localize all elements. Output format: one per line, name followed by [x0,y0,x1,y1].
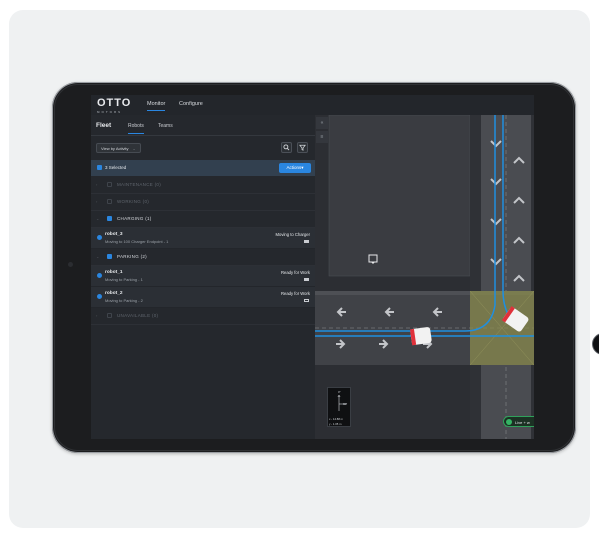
robot-location: Moving to Parking - 2 [105,298,143,303]
otto-logo: OTTO MOTORS [97,97,132,115]
layers-button[interactable]: ≡ [316,131,328,143]
group-maintenance[interactable]: › MAINTENANCE (0) [91,177,315,194]
robot-name: robot_1 [105,270,123,275]
filter-row: View by Activity ⌄ [91,135,315,159]
logo-text: OTTO [97,97,132,109]
nav-configure[interactable]: Configure [179,101,203,107]
layers-icon: ≡ [320,134,324,140]
list-item[interactable]: robot_3 Moving to 100 Charger Endpoint -… [91,228,315,249]
chevron-right-icon: › [96,199,98,204]
battery-icon [304,278,309,281]
home-button[interactable] [592,333,599,355]
fleet-title: Fleet [96,122,112,129]
group-checkbox[interactable] [107,313,112,318]
list-item[interactable]: robot_2 Moving to Parking - 2 Ready for … [91,287,315,308]
scale-indicator: 0° 90° x - 14.88 m y - 1.05 m [327,387,351,427]
chevron-down-icon: ⌄ [132,147,136,151]
selection-bar: 3 Selected Actions▾ [91,160,315,176]
live-label: Live + w [515,419,530,425]
robot-name: robot_2 [105,291,123,296]
top-navigation-bar: OTTO MOTORS Monitor Configure [91,95,534,115]
logo-subtext: MOTORS [97,110,123,114]
camera-icon [68,262,73,267]
group-label: WORKING (0) [117,199,150,204]
fleet-tabs: Fleet Robots Teams [91,115,315,136]
group-checkbox[interactable] [107,254,112,259]
group-parking[interactable]: ⌄ PARKING (2) [91,249,315,266]
scale-x-readout: x - 14.88 m [329,417,343,421]
tab-robots[interactable]: Robots [128,123,144,134]
list-item[interactable]: robot_1 Moving to Parking - 1 Ready for … [91,266,315,287]
search-button[interactable] [281,142,292,153]
robot-checkbox[interactable] [97,235,102,240]
robot-status: Ready for Work [280,291,310,296]
facility-map[interactable]: « ≡ 0° 90° x - 14.88 m y - 1.05 m Live +… [315,115,534,439]
battery-icon [304,299,309,302]
select-all-checkbox[interactable] [97,165,102,170]
chevron-right-icon: › [96,313,98,318]
robot-location: Moving to Parking - 1 [105,277,143,282]
chevron-right-icon: › [96,182,98,187]
fleet-panel: Fleet Robots Teams View by Activity ⌄ 3 … [91,115,315,439]
group-label: UNAVAILABLE (0) [117,313,159,318]
map-side-buttons: « ≡ [315,115,329,151]
group-charging[interactable]: ⌄ CHARGING (1) [91,211,315,228]
group-label: MAINTENANCE (0) [117,182,162,187]
scale-y-readout: y - 1.05 m [329,422,342,426]
robot-name: robot_3 [105,232,123,237]
live-indicator-icon [506,419,512,425]
collapse-panel-button[interactable]: « [316,117,328,129]
scale-angle-right: 90° [343,402,348,406]
group-label: PARKING (2) [117,254,147,259]
live-button[interactable]: Live + w [503,416,534,427]
group-unavailable[interactable]: › UNAVAILABLE (0) [91,308,315,325]
group-label: CHARGING (1) [117,216,152,221]
filter-icon [299,144,306,151]
tab-teams[interactable]: Teams [158,123,173,129]
search-icon [283,144,290,151]
robot-status: Ready for Work [280,270,310,275]
battery-icon [304,240,309,243]
group-checkbox[interactable] [107,199,112,204]
group-working[interactable]: › WORKING (0) [91,194,315,211]
group-checkbox[interactable] [107,182,112,187]
chevron-down-icon: ⌄ [96,216,100,221]
chevron-down-icon: ⌄ [96,254,100,259]
actions-button[interactable]: Actions▾ [279,163,311,173]
app-screen: OTTO MOTORS Monitor Configure Fleet Robo… [91,95,534,439]
view-by-select[interactable]: View by Activity ⌄ [96,143,141,153]
robot-checkbox[interactable] [97,294,102,299]
filter-button[interactable] [297,142,308,153]
robot-checkbox[interactable] [97,273,102,278]
robot-status: Moving to Charger [275,232,310,237]
nav-monitor[interactable]: Monitor [147,101,166,111]
selection-count: 3 Selected [105,165,127,170]
double-chevron-left-icon: « [320,120,324,126]
view-by-label: View by Activity [101,146,129,151]
robot-location: Moving to 100 Charger Endpoint - 1 [105,239,169,244]
group-checkbox[interactable] [107,216,112,221]
